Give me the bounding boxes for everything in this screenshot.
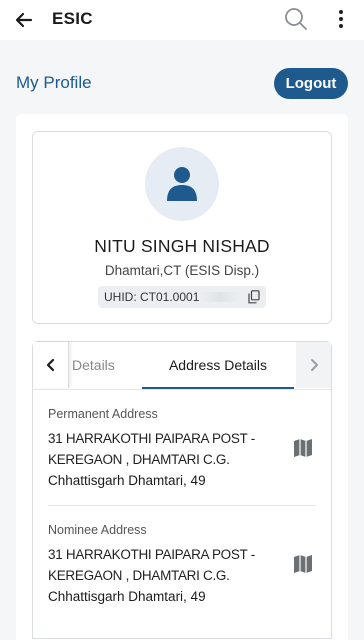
- user-icon: [167, 167, 197, 201]
- permanent-address-line-2: KEREGAON , DHAMTARI C.G.: [48, 452, 230, 467]
- more-vertical-icon[interactable]: [330, 6, 352, 32]
- profile-location: Dhamtari,CT (ESIS Disp.): [104, 263, 260, 278]
- app-bar: ESIC: [0, 0, 364, 40]
- permanent-address-line-3: Chhattisgarh Dhamtari, 49: [48, 473, 206, 488]
- app-title: ESIC: [52, 9, 93, 28]
- tab-address-details[interactable]: Address Details: [142, 342, 294, 389]
- logout-button[interactable]: Logout: [274, 68, 348, 99]
- uhid-badge: UHID: CT01.0001: [98, 286, 266, 308]
- nominee-address-line-3: Chhattisgarh Dhamtari, 49: [48, 589, 206, 604]
- permanent-address-line-1: 31 HARRAKOTHI PAIPARA POST -: [48, 431, 255, 446]
- profile-name: NITU SINGH NISHAD: [94, 236, 270, 256]
- permanent-address-label: Permanent Address: [48, 407, 158, 421]
- tab-details[interactable]: Details: [72, 357, 115, 373]
- nominee-address-label: Nominee Address: [48, 523, 147, 537]
- uhid-masked: [200, 292, 241, 302]
- map-icon[interactable]: [292, 553, 314, 575]
- address-divider: [48, 505, 316, 506]
- chevron-right-icon[interactable]: [296, 342, 331, 388]
- chevron-left-icon[interactable]: [33, 342, 69, 388]
- page-title: My Profile: [16, 73, 92, 92]
- arrow-left-icon[interactable]: [10, 6, 38, 34]
- uhid-value: UHID: CT01.0001: [104, 290, 200, 304]
- avatar: [145, 147, 219, 221]
- nominee-address-line-2: KEREGAON , DHAMTARI C.G.: [48, 568, 230, 583]
- map-icon[interactable]: [292, 437, 314, 459]
- search-icon[interactable]: [283, 6, 309, 32]
- nominee-address-line-1: 31 HARRAKOTHI PAIPARA POST -: [48, 547, 255, 562]
- copy-icon[interactable]: [248, 290, 260, 304]
